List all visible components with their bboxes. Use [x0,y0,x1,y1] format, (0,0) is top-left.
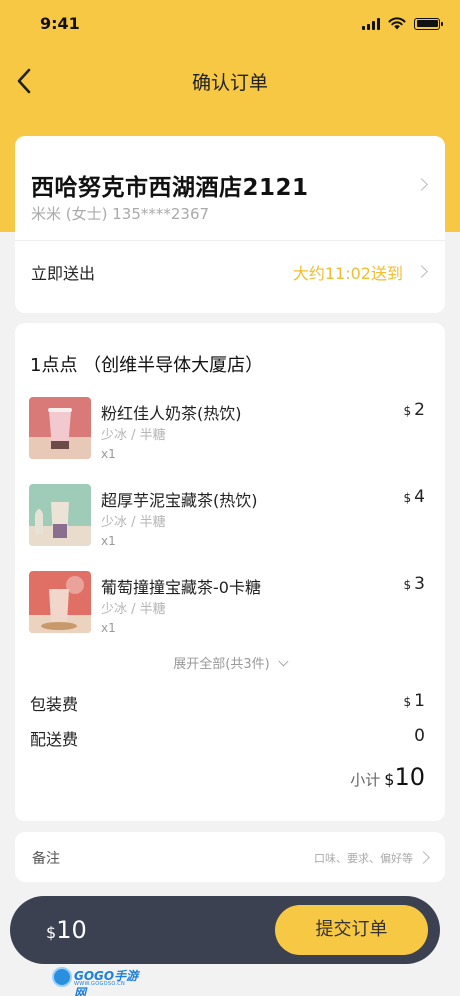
order-item: 葡萄撞撞宝藏茶-0卡糖 少冰 / 半糖 x1 $3 [29,571,431,635]
remark-label: 备注 [32,851,60,867]
order-item: 粉红佳人奶茶(热饮) 少冰 / 半糖 x1 $2 [29,397,431,461]
subtotal-value: 10 [394,763,425,791]
item-quantity: x1 [101,534,116,548]
watermark-icon [52,967,72,987]
currency-symbol: $ [403,404,412,418]
delivery-time-chevron-right-icon[interactable] [415,265,428,278]
order-total-value: 10 [56,916,87,944]
item-price: $4 [404,487,425,507]
product-image [29,397,91,459]
wifi-icon [388,17,406,30]
status-time: 9:41 [40,14,80,33]
item-quantity: x1 [101,621,116,635]
address-chevron-right-icon[interactable] [415,178,428,191]
order-total: $10 [46,916,87,944]
item-spec: 少冰 / 半糖 [101,602,166,617]
currency-symbol: $ [403,491,412,505]
currency-symbol: $ [403,578,412,592]
product-image [29,571,91,633]
subtotal-label: 小计 [350,771,381,789]
item-price: $2 [404,400,425,420]
item-name: 粉红佳人奶茶(热饮) [101,404,242,423]
watermark-subtext: WWW.GOGOSO.CN [74,981,126,987]
expand-all-button[interactable]: 展开全部(共3件) [15,653,445,672]
page-title: 确认订单 [191,72,268,94]
item-price-value: 2 [414,400,425,420]
contact-info: 米米 (女士) 135****2367 [31,205,210,223]
currency-symbol: $ [403,695,412,709]
shop-name: 1点点 （创维半导体大厦店） [30,355,264,376]
order-card: 1点点 （创维半导体大厦店） 粉红佳人奶茶(热饮) 少冰 / 半糖 x1 $2 [15,323,445,821]
nav-bar: 确认订单 [0,58,460,102]
remark-hint: 口味、要求、偏好等 [314,852,413,865]
packaging-fee-value: $1 [403,691,425,711]
item-name: 超厚芋泥宝藏茶(热饮) [101,491,258,510]
remark-row[interactable]: 备注 口味、要求、偏好等 [15,832,445,882]
item-price-value: 4 [414,487,425,507]
item-price-value: 3 [414,574,425,594]
subtotal: 小计 $10 [350,763,425,791]
deliver-now-label: 立即送出 [31,264,96,283]
item-price: $3 [404,574,425,594]
delivery-fee-label: 配送费 [30,730,79,749]
submit-order-button[interactable]: 提交订单 [275,905,428,955]
packaging-fee-row: 包装费 $1 [30,691,425,715]
item-spec: 少冰 / 半糖 [101,428,166,443]
cellular-signal-icon [362,17,380,30]
currency-symbol: $ [46,923,57,942]
battery-icon [414,17,443,30]
chevron-down-icon [278,656,289,667]
item-spec: 少冰 / 半糖 [101,515,166,530]
status-icons [362,17,443,30]
watermark-logo: GOGO手游网 WWW.GOGOSO.CN [52,966,144,996]
estimated-delivery-time[interactable]: 大约11:02送到 [293,260,403,284]
remark-chevron-right-icon [417,851,430,864]
packaging-fee-label: 包装费 [30,695,79,714]
item-name: 葡萄撞撞宝藏茶-0卡糖 [101,578,261,597]
divider [15,240,445,241]
product-image [29,484,91,546]
expand-all-label: 展开全部(共3件) [173,657,270,672]
delivery-fee-value: 0 [414,726,425,746]
item-quantity: x1 [101,447,116,461]
currency-symbol: $ [384,770,395,789]
checkout-bar: $10 提交订单 [10,896,440,964]
order-item: 超厚芋泥宝藏茶(热饮) 少冰 / 半糖 x1 $4 [29,484,431,548]
delivery-address[interactable]: 西哈努克市西湖酒店2121 [31,168,309,202]
address-card: 西哈努克市西湖酒店2121 米米 (女士) 135****2367 立即送出 大… [15,136,445,313]
status-bar: 9:41 [0,0,460,50]
delivery-fee-row: 配送费 0 [30,726,425,750]
